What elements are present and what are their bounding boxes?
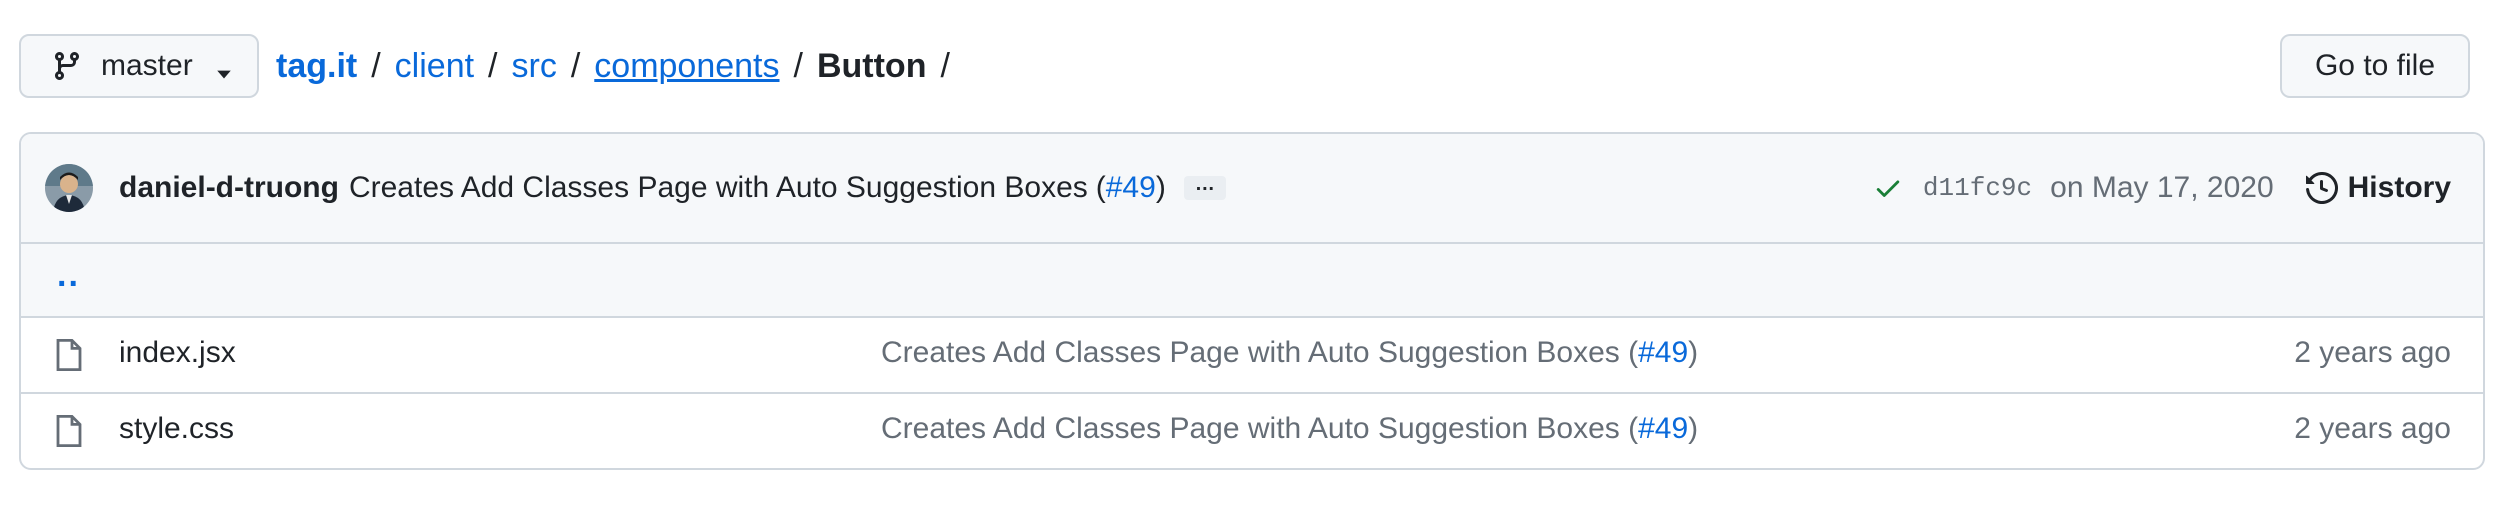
file-commit-close-paren: ) (1688, 336, 1699, 369)
breadcrumb-link-components[interactable]: components (594, 47, 779, 86)
branch-name: master (101, 49, 193, 82)
parent-directory-link[interactable]: .. (57, 256, 80, 295)
history-label: History (2347, 171, 2451, 204)
check-icon[interactable] (1873, 173, 1903, 203)
breadcrumb-link-client[interactable]: client (395, 47, 474, 86)
commit-pr-open-paren: ( (1095, 171, 1106, 204)
file-icon (55, 414, 83, 448)
expand-commit-message-button[interactable]: … (1183, 174, 1226, 200)
file-commit-message-link[interactable]: Creates Add Classes Page with Auto Sugge… (881, 336, 1638, 369)
branch-selector-button[interactable]: master (19, 34, 259, 98)
history-clock-icon (2305, 171, 2338, 205)
commit-date: on May 17, 2020 (2050, 171, 2274, 204)
commit-sha-link[interactable]: d11fc9c (1923, 173, 2032, 203)
file-commit-pr-link[interactable]: #49 (1638, 412, 1688, 445)
file-name-link[interactable]: index.jsx (119, 336, 236, 370)
file-browser: daniel-d-truong Creates Add Classes Page… (19, 132, 2485, 470)
commit-pr-link[interactable]: #49 (1106, 171, 1156, 205)
repo-toolbar: master tag.it / client / src / component… (0, 0, 2512, 132)
avatar[interactable] (45, 164, 93, 212)
file-row[interactable]: index.jsx Creates Add Classes Page with … (21, 318, 2483, 394)
breadcrumb-repo-link[interactable]: tag.it (276, 47, 357, 86)
breadcrumb-separator: / (793, 46, 803, 85)
commit-message: daniel-d-truong Creates Add Classes Page… (119, 164, 1226, 212)
git-branch-icon (51, 50, 83, 82)
file-commit-message: Creates Add Classes Page with Auto Sugge… (881, 336, 1698, 370)
file-commit-pr-link[interactable]: #49 (1638, 336, 1688, 369)
go-to-file-button[interactable]: Go to file (2280, 34, 2470, 98)
file-age: 2 years ago (2294, 336, 2451, 369)
commit-author-link[interactable]: daniel-d-truong (119, 171, 339, 205)
file-commit-close-paren: ) (1688, 412, 1699, 445)
file-row[interactable]: style.css Creates Add Classes Page with … (21, 394, 2483, 468)
breadcrumb-separator: / (570, 46, 581, 85)
commit-pr-close-paren: ) (1155, 171, 1166, 204)
breadcrumb: tag.it / client / src / components / But… (276, 44, 964, 88)
file-commit-message-link[interactable]: Creates Add Classes Page with Auto Sugge… (881, 412, 1638, 445)
parent-directory-row[interactable]: .. (21, 244, 2483, 318)
file-age: 2 years ago (2294, 412, 2451, 445)
commit-meta: d11fc9c on May 17, 2020 History (1873, 164, 2451, 212)
triangle-down-icon (215, 57, 233, 79)
file-name-link[interactable]: style.css (119, 412, 234, 446)
breadcrumb-separator: / (940, 46, 950, 85)
latest-commit-bar: daniel-d-truong Creates Add Classes Page… (21, 134, 2483, 244)
commit-message-text[interactable]: Creates Add Classes Page with Auto Sugge… (349, 171, 1088, 205)
file-icon (55, 338, 83, 372)
breadcrumb-current: Button (816, 46, 927, 85)
file-commit-message: Creates Add Classes Page with Auto Sugge… (881, 412, 1698, 446)
history-link[interactable]: History (2305, 171, 2451, 205)
breadcrumb-separator: / (488, 46, 498, 85)
breadcrumb-separator: / (371, 46, 381, 85)
breadcrumb-link-src[interactable]: src (512, 47, 557, 86)
